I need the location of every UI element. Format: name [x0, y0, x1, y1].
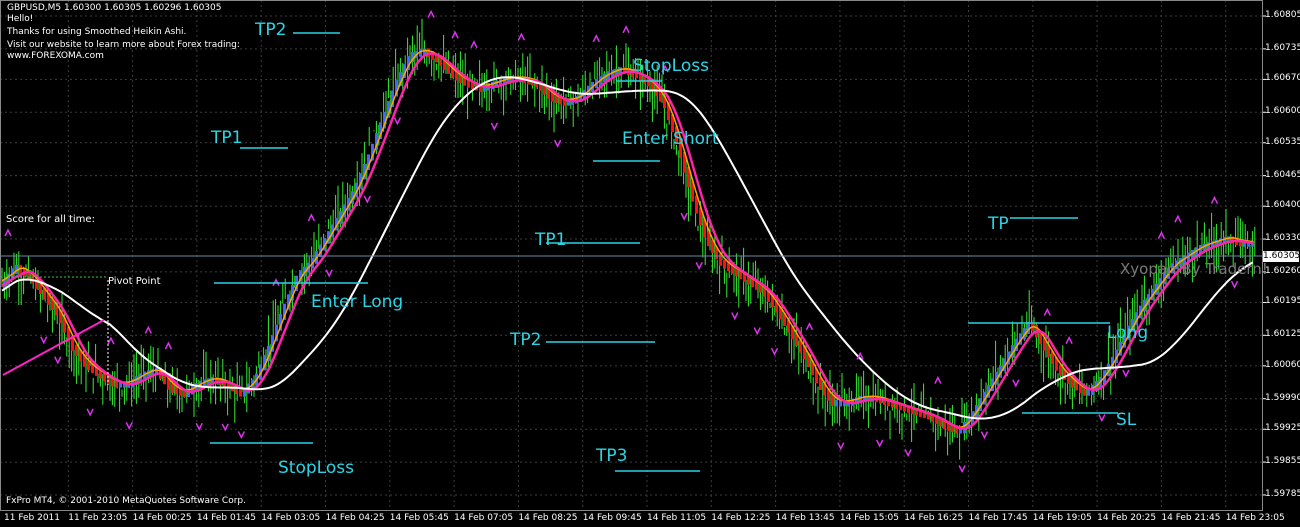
annotation-stoploss-right: StopLoss	[633, 56, 709, 76]
annotation-sl: SL	[1116, 410, 1137, 430]
x-tick-label: 14 Feb 12:25	[711, 513, 771, 523]
symbol-line: GBPUSD,M5 1.60300 1.60305 1.60296 1.6030…	[7, 3, 222, 13]
y-tick-label: 1.60465	[1265, 169, 1300, 180]
annotation-tp3: TP3	[596, 446, 628, 466]
thanks-text: Thanks for using Smoothed Heikin Ashi.	[7, 27, 187, 37]
heikin-ashi-bar	[75, 344, 78, 357]
x-tick-label: 14 Feb 17:45	[968, 513, 1028, 523]
visit-text: Visit our website to learn more about Fo…	[7, 40, 240, 50]
y-tick-label: 1.60060	[1265, 359, 1300, 370]
y-tick-label: 1.60805	[1265, 10, 1300, 20]
y-tick-label: 1.60670	[1265, 73, 1300, 84]
annotation-tp: TP	[988, 214, 1009, 234]
heikin-ashi-bar	[171, 383, 174, 393]
x-tick-label: 14 Feb 09:45	[582, 513, 642, 523]
y-tick-label: 1.60260	[1265, 265, 1300, 276]
annotation-stoploss-left: StopLoss	[278, 458, 354, 478]
heikin-ashi-bar	[87, 360, 90, 371]
annotation-tp1-short: TP1	[535, 230, 567, 250]
score-label: Score for all time:	[6, 214, 95, 225]
y-tick-label: 1.60330	[1265, 233, 1300, 244]
y-tick-label: 1.60400	[1265, 200, 1300, 211]
x-tick-label: 14 Feb 15:05	[839, 513, 899, 523]
site-text: www.FOREXOMA.com	[7, 51, 104, 61]
x-tick-label: 14 Feb 04:25	[325, 513, 385, 523]
y-tick-label: 1.60535	[1265, 136, 1300, 147]
watermark: Xyopan By Tradern!	[1120, 260, 1268, 278]
x-tick-label: 14 Feb 11:05	[647, 513, 707, 523]
price-chart[interactable]	[0, 0, 1300, 527]
y-tick-label: 1.59855	[1265, 456, 1300, 467]
x-tick-label: 14 Feb 05:45	[389, 513, 449, 523]
x-tick-label: 14 Feb 21:45	[1161, 513, 1221, 523]
y-tick-label: 1.60125	[1265, 329, 1300, 340]
heikin-ashi-bar	[191, 385, 194, 395]
annotation-tp2-short: TP2	[510, 330, 542, 350]
x-tick-label: 14 Feb 13:45	[775, 513, 835, 523]
y-tick-label: 1.60195	[1265, 296, 1300, 307]
y-tick-label: 1.60735	[1265, 42, 1300, 53]
heikin-ashi-bar	[555, 95, 558, 104]
y-tick-label: 1.59990	[1265, 392, 1300, 403]
y-tick-label: 1.59785	[1265, 488, 1300, 499]
heikin-ashi-bar	[723, 259, 726, 269]
x-tick-label: 14 Feb 19:05	[1032, 513, 1092, 523]
heikin-ashi-bar	[835, 399, 838, 407]
x-tick-label: 11 Feb 2011	[4, 513, 61, 523]
x-tick-label: 11 Feb 23:05	[68, 513, 128, 523]
x-tick-label: 14 Feb 00:25	[132, 513, 192, 523]
x-tick-label: 14 Feb 08:25	[518, 513, 578, 523]
annotation-tp1-left: TP1	[211, 128, 243, 148]
annotation-enter-long: Enter Long	[311, 292, 404, 312]
annotation-enter-short: Enter Short	[622, 129, 719, 149]
annotation-long: Long	[1107, 323, 1149, 343]
heikin-ashi-bar	[175, 386, 178, 395]
y-tick-label: 1.60600	[1265, 106, 1300, 117]
x-tick-label: 14 Feb 07:05	[454, 513, 514, 523]
x-tick-label: 14 Feb 03:05	[261, 513, 321, 523]
x-tick-label: 14 Feb 23:05	[1225, 513, 1285, 523]
copyright-text: FxPro MT4, © 2001-2010 MetaQuotes Softwa…	[6, 496, 246, 506]
pivot-label: Pivot Point	[108, 276, 161, 287]
x-tick-label: 14 Feb 01:45	[196, 513, 256, 523]
current-price-label: 1.60305	[1263, 251, 1300, 262]
y-tick-label: 1.59925	[1265, 423, 1300, 434]
x-tick-label: 14 Feb 20:25	[1097, 513, 1157, 523]
x-tick-label: 14 Feb 16:25	[904, 513, 964, 523]
annotation-tp2-left: TP2	[255, 20, 287, 40]
hello-text: Hello!	[7, 14, 34, 24]
